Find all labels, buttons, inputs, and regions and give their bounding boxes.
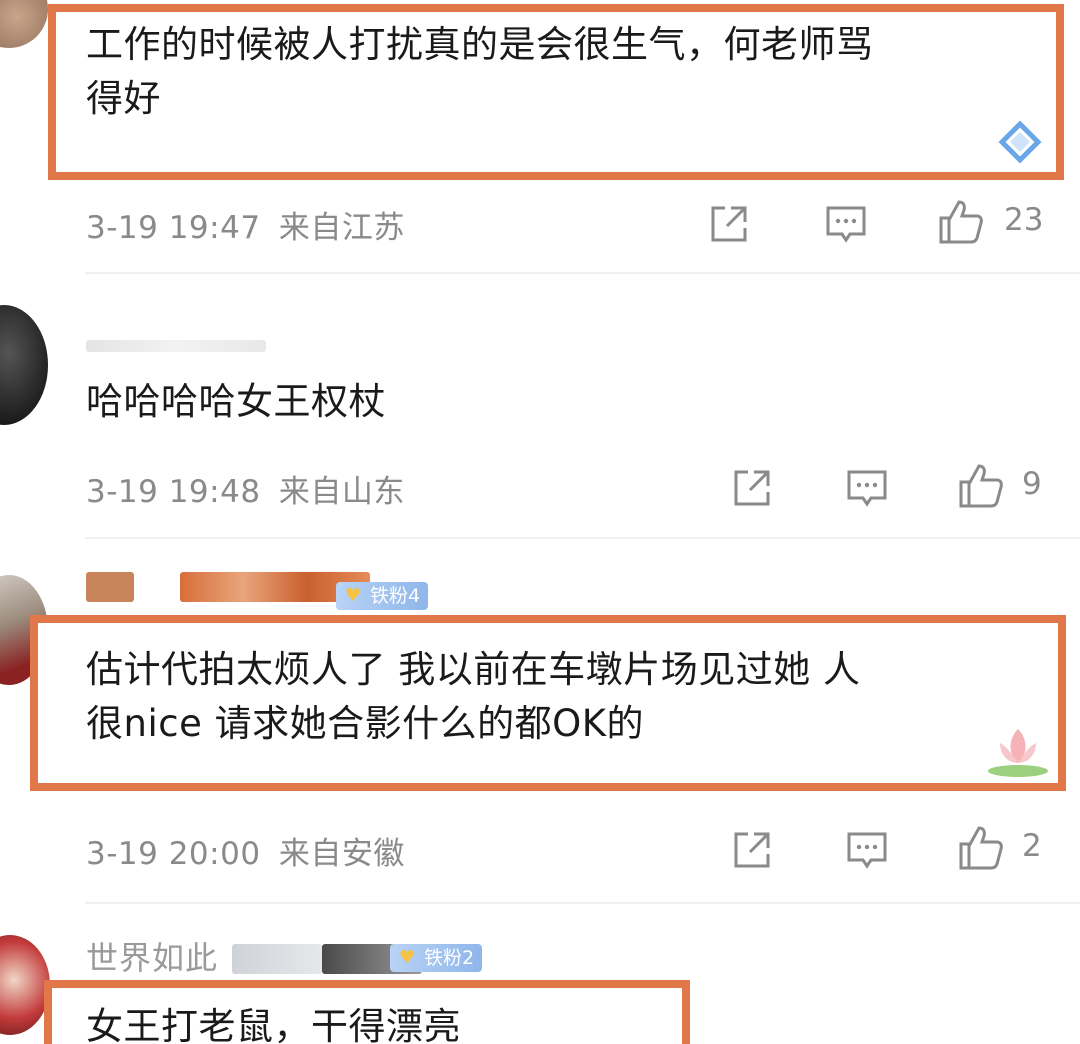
share-icon[interactable] — [707, 202, 751, 246]
comment-date: 3-19 20:00 — [86, 836, 261, 872]
comment-date: 3-19 19:48 — [86, 474, 261, 510]
divider — [85, 537, 1080, 539]
comment-meta: 3-19 19:47 来自江苏 — [86, 202, 405, 247]
avatar[interactable] — [0, 935, 50, 1035]
comment-icon[interactable] — [845, 466, 889, 510]
username-blurred — [86, 572, 134, 602]
avatar[interactable] — [0, 0, 48, 48]
divider — [85, 272, 1080, 274]
thumbs-up-icon[interactable] — [957, 462, 1005, 510]
share-icon[interactable] — [730, 828, 774, 872]
thumbs-up-icon[interactable] — [957, 824, 1005, 872]
divider — [85, 902, 1080, 904]
like-count: 23 — [1004, 202, 1044, 238]
username-blurred — [86, 340, 266, 352]
username-blurred — [232, 944, 322, 974]
fan-badge: ♥ 铁粉4 — [336, 582, 429, 610]
heart-icon: ♥ — [344, 585, 362, 606]
comment-location: 来自山东 — [278, 474, 405, 510]
share-icon[interactable] — [730, 466, 774, 510]
comment-icon[interactable] — [845, 828, 889, 872]
fan-badge: ♥ 铁粉2 — [390, 944, 483, 972]
comment-location: 来自安徽 — [278, 836, 405, 872]
thumbs-up-icon[interactable] — [937, 198, 985, 246]
username: 世界如此 — [86, 939, 219, 977]
like-count: 9 — [1022, 466, 1042, 502]
comment-text: 估计代拍太烦人了 我以前在车墩片场见过她 人 很nice 请求她合影什么的都OK… — [86, 648, 861, 745]
comment-text: 哈哈哈哈女王权杖 — [86, 380, 386, 423]
comment-icon[interactable] — [824, 202, 868, 246]
heart-icon: ♥ — [398, 947, 416, 968]
comment-text: 女王打老鼠，干得漂亮 — [86, 1005, 461, 1044]
comment-text: 工作的时候被人打扰真的是会很生气，何老师骂 得好 — [86, 23, 874, 120]
comment-date: 3-19 19:47 — [86, 210, 261, 246]
avatar[interactable] — [0, 305, 48, 425]
comment-location: 来自江苏 — [278, 210, 405, 246]
like-count: 2 — [1022, 828, 1042, 864]
comment-meta: 3-19 20:00 来自安徽 — [86, 828, 405, 873]
comment-meta: 3-19 19:48 来自山东 — [86, 466, 405, 511]
diamond-decoration — [998, 120, 1042, 164]
